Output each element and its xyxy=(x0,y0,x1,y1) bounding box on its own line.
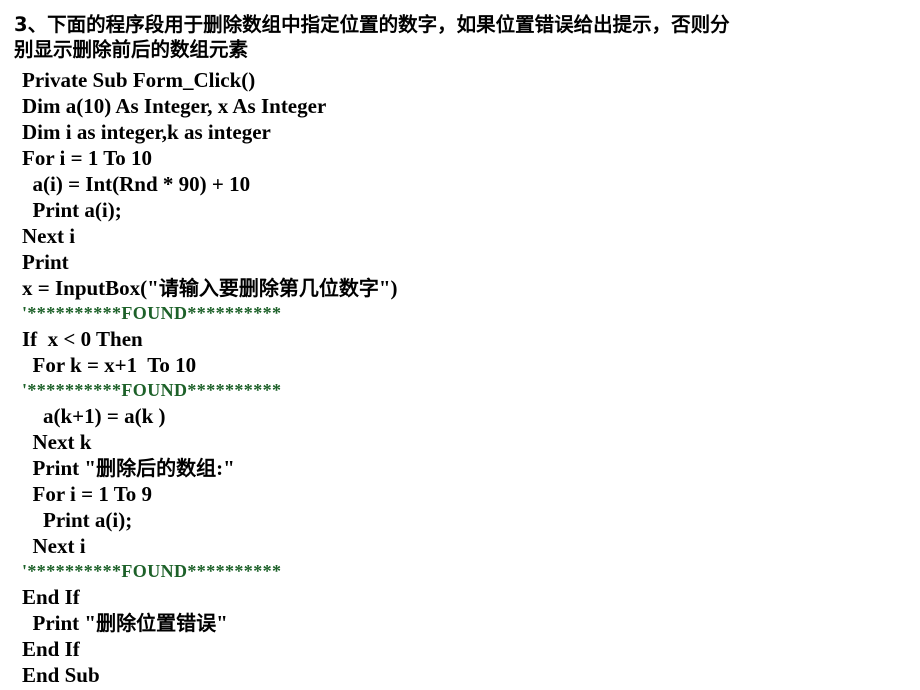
code-line: Print "删除位置错误" xyxy=(22,611,228,635)
code-line: Print a(i); xyxy=(22,508,133,532)
code-line: x = InputBox("请输入要删除第几位数字") xyxy=(22,276,398,300)
code-line: Dim a(10) As Integer, x As Integer xyxy=(22,94,327,118)
code-line: Private Sub Form_Click() xyxy=(22,68,256,92)
code-block: Private Sub Form_Click() Dim a(10) As Int… xyxy=(0,67,920,688)
code-line: Next i xyxy=(22,224,76,248)
code-line: If x < 0 Then xyxy=(22,327,143,351)
code-line: a(i) = Int(Rnd * 90) + 10 xyxy=(22,172,251,196)
code-line: End Sub xyxy=(22,663,100,687)
cjk-text: 删除位置错误 xyxy=(96,611,217,635)
code-line: Next i xyxy=(22,534,86,558)
code-line: a(k+1) = a(k ) xyxy=(22,404,166,428)
code-line: Print a(i); xyxy=(22,198,122,222)
code-line: Dim i as integer,k as integer xyxy=(22,120,271,144)
code-line: End If xyxy=(22,637,80,661)
code-line: Print "删除后的数组:" xyxy=(22,456,235,480)
found-marker-line: '**********FOUND********** xyxy=(22,561,282,581)
cjk-text: 请输入要删除第几位数字 xyxy=(158,276,379,300)
code-line: For i = 1 To 9 xyxy=(22,482,153,506)
document-page: 3、下面的程序段用于删除数组中指定位置的数字，如果位置错误给出提示，否则分 别显… xyxy=(0,0,920,690)
code-line: For i = 1 To 10 xyxy=(22,146,153,170)
found-marker-line: '**********FOUND********** xyxy=(22,303,282,323)
found-marker-line: '**********FOUND********** xyxy=(22,380,282,400)
question-line: 3、下面的程序段用于删除数组中指定位置的数字，如果位置错误给出提示，否则分 xyxy=(14,13,730,36)
question-line: 别显示删除前后的数组元素 xyxy=(14,38,249,61)
cjk-text: 删除后的数组 xyxy=(96,456,217,480)
code-line: Print xyxy=(22,250,69,274)
question-text: 3、下面的程序段用于删除数组中指定位置的数字，如果位置错误给出提示，否则分 别显… xyxy=(14,12,902,62)
code-line: End If xyxy=(22,585,80,609)
code-line: For k = x+1 To 10 xyxy=(22,353,197,377)
code-line: Next k xyxy=(22,430,92,454)
